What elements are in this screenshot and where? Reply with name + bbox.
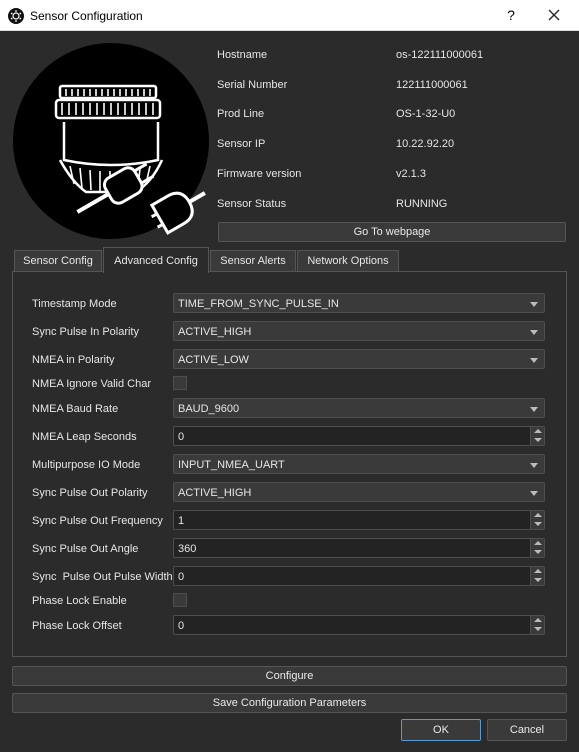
chevron-down-icon: [530, 358, 538, 363]
help-icon[interactable]: ?: [498, 5, 524, 25]
title-bar: Sensor Configuration ?: [0, 0, 579, 31]
sync-pulse-out-polarity-label: Sync Pulse Out Polarity: [32, 487, 148, 499]
spin-down-icon[interactable]: [530, 576, 544, 585]
nmea-in-polarity-label: NMEA in Polarity: [32, 354, 115, 366]
hostname-label: Hostname: [217, 49, 268, 61]
sync-pulse-in-polarity-select[interactable]: ACTIVE_HIGH: [173, 321, 545, 341]
nmea-ignore-valid-char-checkbox[interactable]: [173, 376, 187, 390]
window-title: Sensor Configuration: [30, 9, 143, 23]
sync-pulse-out-pulse-width-spinbox[interactable]: 0: [173, 566, 545, 586]
chevron-down-icon: [530, 463, 538, 468]
sync-pulse-out-frequency-label: Sync Pulse Out Frequency: [32, 515, 163, 527]
nmea-in-polarity-value: ACTIVE_LOW: [178, 354, 249, 366]
timestamp-mode-select[interactable]: TIME_FROM_SYNC_PULSE_IN: [173, 293, 545, 313]
spin-up-icon[interactable]: [530, 427, 544, 436]
sensor-ip-value: 10.22.92.20: [396, 138, 455, 150]
spin-up-icon[interactable]: [530, 616, 544, 625]
tab-network-options[interactable]: Network Options: [297, 250, 399, 272]
tab-advanced-config[interactable]: Advanced Config: [103, 247, 209, 273]
sync-pulse-out-pulse-width-label: Sync Pulse Out Pulse Width: [32, 571, 173, 583]
spin-up-icon[interactable]: [530, 511, 544, 520]
chevron-down-icon: [530, 407, 538, 412]
sensor-plug-logo: [13, 43, 209, 239]
spin-down-icon[interactable]: [530, 548, 544, 557]
sync-pulse-out-pulse-width-value: 0: [178, 571, 185, 583]
spin-down-icon[interactable]: [530, 520, 544, 529]
nmea-leap-seconds-spinbox[interactable]: 0: [173, 426, 545, 446]
spin-up-icon[interactable]: [530, 567, 544, 576]
sync-pulse-out-angle-label: Sync Pulse Out Angle: [32, 543, 139, 555]
sensor-status-value: RUNNING: [396, 198, 448, 210]
hostname-value: os-122111000061: [396, 49, 484, 61]
cancel-button[interactable]: Cancel: [487, 719, 567, 741]
ouster-app-icon: [8, 8, 24, 24]
multipurpose-io-mode-label: Multipurpose IO Mode: [32, 459, 141, 471]
phase-lock-enable-label: Phase Lock Enable: [32, 595, 127, 607]
phase-lock-enable-checkbox[interactable]: [173, 593, 187, 607]
phase-lock-offset-label: Phase Lock Offset: [32, 620, 122, 632]
spin-down-icon[interactable]: [530, 625, 544, 634]
ok-button[interactable]: OK: [401, 719, 481, 741]
multipurpose-io-mode-select[interactable]: INPUT_NMEA_UART: [173, 454, 545, 474]
phase-lock-offset-value: 0: [178, 620, 185, 632]
configure-label: Configure: [265, 670, 314, 682]
phase-lock-offset-spinbox[interactable]: 0: [173, 615, 545, 635]
prod-line-label: Prod Line: [217, 108, 265, 120]
spin-up-icon[interactable]: [530, 539, 544, 548]
cancel-label: Cancel: [509, 724, 545, 736]
go-to-webpage-label: Go To webpage: [353, 226, 431, 238]
sync-pulse-in-polarity-value: ACTIVE_HIGH: [178, 326, 252, 338]
close-icon[interactable]: [540, 4, 568, 26]
sync-pulse-out-frequency-spinbox[interactable]: 1: [173, 510, 545, 530]
spin-down-icon[interactable]: [530, 436, 544, 445]
configure-button[interactable]: Configure: [12, 666, 567, 686]
nmea-baud-rate-label: NMEA Baud Rate: [32, 403, 119, 415]
sync-pulse-out-frequency-value: 1: [178, 515, 185, 527]
sensor-ip-label: Sensor IP: [217, 138, 266, 150]
prod-line-value: OS-1-32-U0: [396, 108, 456, 120]
sync-pulse-in-polarity-label: Sync Pulse In Polarity: [32, 326, 139, 338]
tab-sensor-alerts[interactable]: Sensor Alerts: [210, 250, 296, 272]
ok-label: OK: [433, 724, 449, 736]
sync-pulse-out-polarity-value: ACTIVE_HIGH: [178, 487, 252, 499]
nmea-leap-seconds-label: NMEA Leap Seconds: [32, 431, 137, 443]
nmea-baud-rate-select[interactable]: BAUD_9600: [173, 398, 545, 418]
serial-number-label: Serial Number: [217, 79, 288, 91]
chevron-down-icon: [530, 491, 538, 496]
timestamp-mode-label: Timestamp Mode: [32, 298, 117, 310]
sync-pulse-out-angle-spinbox[interactable]: 360: [173, 538, 545, 558]
chevron-down-icon: [530, 302, 538, 307]
sync-pulse-out-angle-value: 360: [178, 543, 197, 555]
save-configuration-button[interactable]: Save Configuration Parameters: [12, 693, 567, 713]
firmware-version-value: v2.1.3: [396, 168, 426, 180]
save-configuration-label: Save Configuration Parameters: [212, 697, 367, 709]
sensor-status-label: Sensor Status: [217, 198, 287, 210]
timestamp-mode-value: TIME_FROM_SYNC_PULSE_IN: [178, 298, 339, 310]
go-to-webpage-button[interactable]: Go To webpage: [218, 222, 566, 242]
nmea-ignore-valid-char-label: NMEA Ignore Valid Char: [32, 378, 152, 390]
tab-sensor-config[interactable]: Sensor Config: [14, 250, 102, 272]
sync-pulse-out-polarity-select[interactable]: ACTIVE_HIGH: [173, 482, 545, 502]
serial-number-value: 122111000061: [396, 79, 468, 91]
nmea-baud-rate-value: BAUD_9600: [178, 403, 240, 415]
firmware-version-label: Firmware version: [217, 168, 302, 180]
chevron-down-icon: [530, 330, 538, 335]
nmea-leap-seconds-value: 0: [178, 431, 185, 443]
nmea-in-polarity-select[interactable]: ACTIVE_LOW: [173, 349, 545, 369]
multipurpose-io-mode-value: INPUT_NMEA_UART: [178, 459, 285, 471]
